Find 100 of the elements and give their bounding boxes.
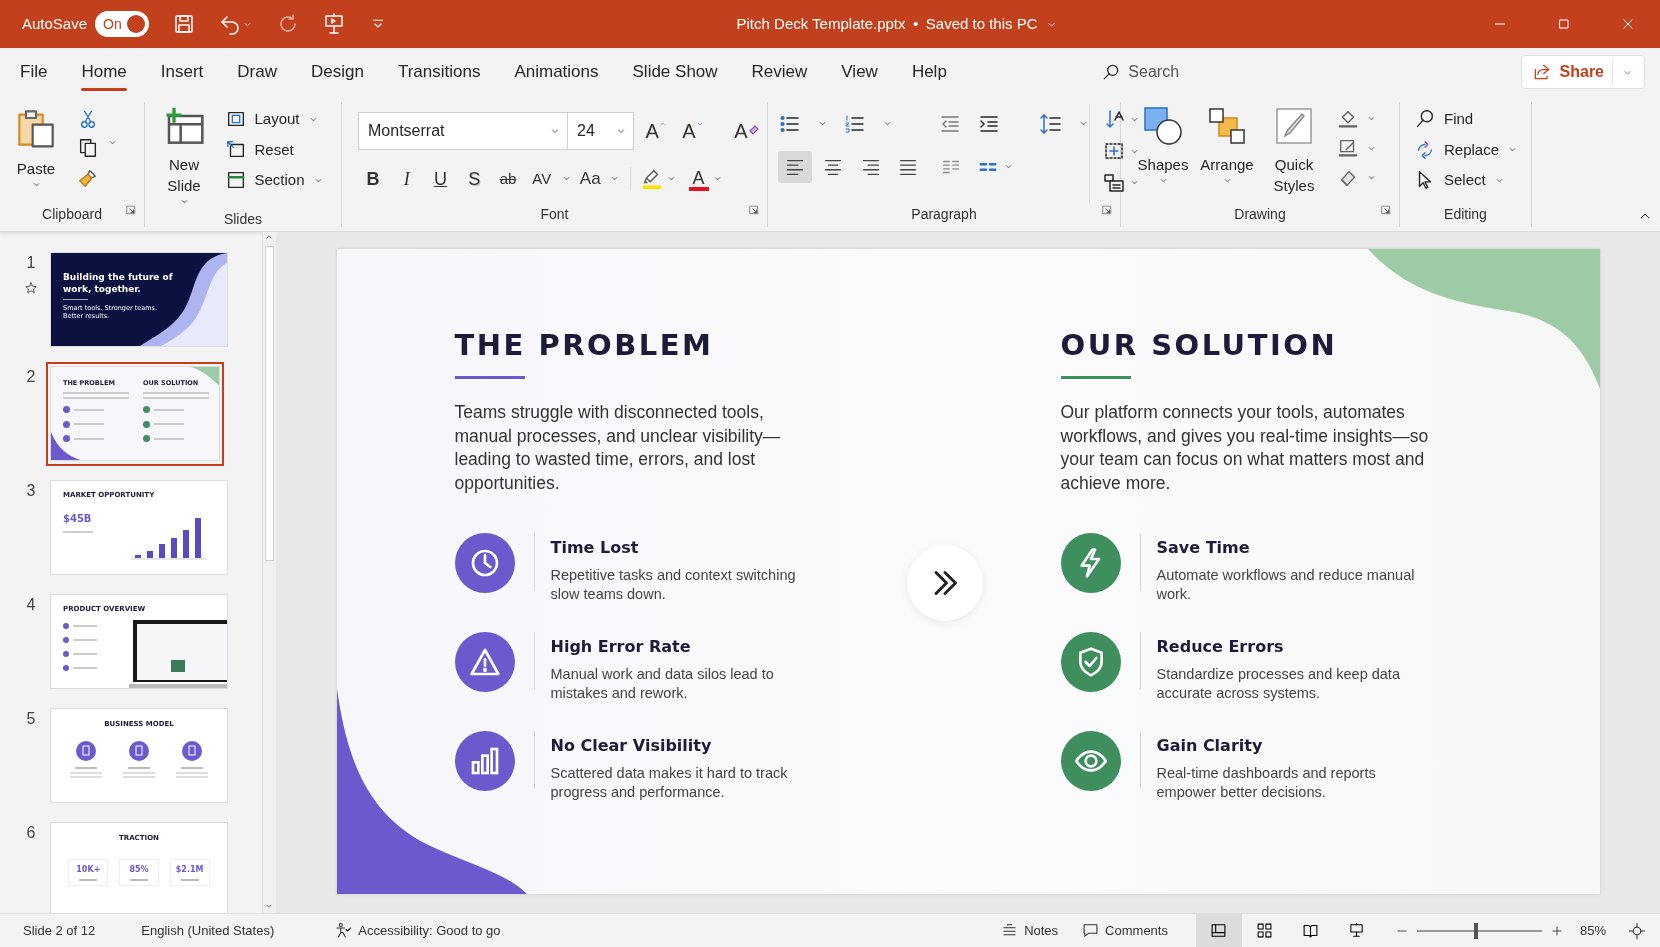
search-field[interactable]: Search [1100, 60, 1481, 84]
item-title: No Clear Visibility [550, 735, 713, 757]
clear-formatting-button[interactable]: A [730, 116, 764, 145]
share-label: Share [1559, 62, 1604, 82]
underline-button[interactable]: U [425, 164, 456, 193]
ribbon-tab[interactable]: Slide Show [632, 53, 718, 91]
font-name-field[interactable]: Montserrat [358, 111, 568, 150]
quick-styles-icon [1274, 106, 1314, 146]
shrink-font-button[interactable]: A [678, 116, 708, 145]
ribbon-tab[interactable]: Home [81, 53, 127, 91]
doc-icon [75, 741, 96, 761]
autosave-toggle[interactable]: On [95, 11, 150, 37]
item-title: Time Lost [550, 537, 640, 559]
dot-icon [63, 664, 69, 671]
dot-icon [143, 435, 150, 443]
normal-view-button[interactable] [1195, 913, 1242, 947]
highlighter-icon[interactable] [640, 167, 663, 190]
ribbon-tab[interactable]: File [20, 53, 48, 91]
zoom-slider-thumb[interactable] [1473, 922, 1478, 939]
arrange-button[interactable]: Arrange [1195, 104, 1259, 204]
fit-to-window-icon[interactable] [1628, 921, 1646, 940]
star-icon [24, 280, 38, 295]
thumbnail-stat: $45B [63, 511, 93, 526]
new-slide-button[interactable]: New Slide [155, 104, 213, 209]
item-description: Manual work and data silos lead to mistakes and rework. [550, 665, 775, 703]
thumbnail-stat: 85% [129, 864, 149, 876]
item-description: Repetitive tasks and context switching slow teams down. [550, 566, 797, 604]
dot-icon [63, 406, 70, 414]
language-status[interactable]: English (United States) [141, 920, 275, 941]
doc-icon [129, 741, 149, 761]
select-button[interactable]: Select [1410, 165, 1523, 196]
paste-button[interactable]: Paste [10, 104, 62, 204]
intro-paragraph: Teams struggle with disconnected tools, manual processes, and unclear visibility—leading to wasted time, errors, and lost opportunities. [454, 401, 782, 495]
dot-icon [143, 420, 150, 428]
group-label: Font [540, 206, 569, 222]
grid-icon [1256, 922, 1274, 939]
accessibility-icon[interactable] [334, 921, 353, 940]
item-title: High Error Rate [550, 636, 692, 658]
item-title: Save Time [1156, 537, 1251, 559]
notes-button[interactable]: Notes [1001, 920, 1059, 941]
warning-icon [468, 646, 501, 678]
dot-icon [63, 636, 69, 643]
item-description: Automate workflows and reduce manual work. [1156, 566, 1416, 604]
comments-button[interactable]: Comments [1082, 920, 1168, 941]
ribbon-tab[interactable]: Animations [514, 53, 599, 91]
quick-styles-button[interactable]: Quick Styles [1259, 104, 1329, 204]
group-label: Drawing [1234, 206, 1286, 222]
grow-font-button[interactable]: A [641, 116, 671, 145]
scroll-up-icon[interactable] [263, 232, 275, 242]
shapes-button[interactable]: Shapes [1131, 104, 1195, 204]
find-button[interactable]: Find [1410, 104, 1523, 135]
ribbon-tab[interactable]: Draw [237, 53, 277, 91]
search-placeholder: Search [1128, 62, 1180, 82]
ribbon-tab[interactable]: Design [310, 53, 364, 91]
thumbnail-stat: 10K+ [76, 864, 101, 876]
save-status[interactable]: Saved to this PC [925, 12, 1038, 36]
bold-button[interactable]: B [358, 164, 388, 193]
item-description: Scattered data makes it hard to track progress and performance. [550, 764, 789, 802]
font-color-button[interactable]: A [688, 166, 709, 191]
thumbnail-heading: Building the future of work, together. [63, 271, 173, 295]
italic-button[interactable]: I [391, 164, 422, 193]
zoom-level[interactable]: 85% [1579, 920, 1606, 941]
dot-icon [143, 406, 150, 414]
arrange-icon [1207, 106, 1247, 146]
ribbon-tab[interactable]: Insert [160, 53, 204, 91]
plus-icon[interactable] [1549, 923, 1564, 938]
intro-paragraph: Our platform connects your tools, automates workflows, and gives you real-time insights—so your team can focus on what matters most and achieve more. [1060, 401, 1429, 495]
slide-number: 3 [26, 481, 36, 501]
copy-icon[interactable] [77, 137, 99, 160]
reset-button[interactable]: Reset [220, 134, 328, 165]
group-label: Slides [223, 210, 263, 227]
ribbon-tab[interactable]: Transitions [397, 53, 481, 91]
section-button[interactable]: Section [220, 165, 328, 196]
align-left-button[interactable] [778, 150, 812, 183]
ribbon-tab[interactable]: View [841, 53, 878, 91]
layout-button[interactable]: Layout [220, 104, 328, 135]
comment-icon [1082, 922, 1100, 939]
case-button[interactable]: Aa [575, 164, 606, 193]
dot-icon [63, 435, 70, 443]
dot-icon [63, 622, 69, 629]
maximize-icon[interactable] [1556, 16, 1572, 32]
replace-button[interactable]: Replace [1410, 134, 1523, 165]
line-spacing-icon[interactable] [1038, 111, 1063, 136]
shadow-button[interactable]: S [459, 164, 490, 193]
book-icon [1302, 922, 1320, 939]
group-label: Editing [1444, 206, 1487, 222]
share-button[interactable]: Share [1520, 55, 1645, 89]
slide-heading: OUR SOLUTION [1060, 327, 1339, 363]
spacing-button[interactable]: AV [526, 164, 557, 193]
scrollbar-thumb[interactable] [265, 246, 274, 561]
item-title: Reduce Errors [1156, 636, 1285, 658]
ribbon-tab[interactable]: Help [911, 53, 947, 91]
item-description: Standardize processes and keep data accurate across systems. [1156, 665, 1401, 703]
accessibility-status[interactable]: Accessibility: Good to go [358, 920, 501, 941]
ribbon-tab[interactable]: Review [751, 53, 808, 91]
font-size-field[interactable]: 24 [568, 111, 634, 150]
slide-heading: THE PROBLEM [454, 327, 715, 363]
slide-number: 6 [26, 823, 36, 843]
item-description: Real-time dashboards and reports empower better decisions. [1156, 764, 1377, 802]
strike-button[interactable]: ab [493, 164, 523, 193]
